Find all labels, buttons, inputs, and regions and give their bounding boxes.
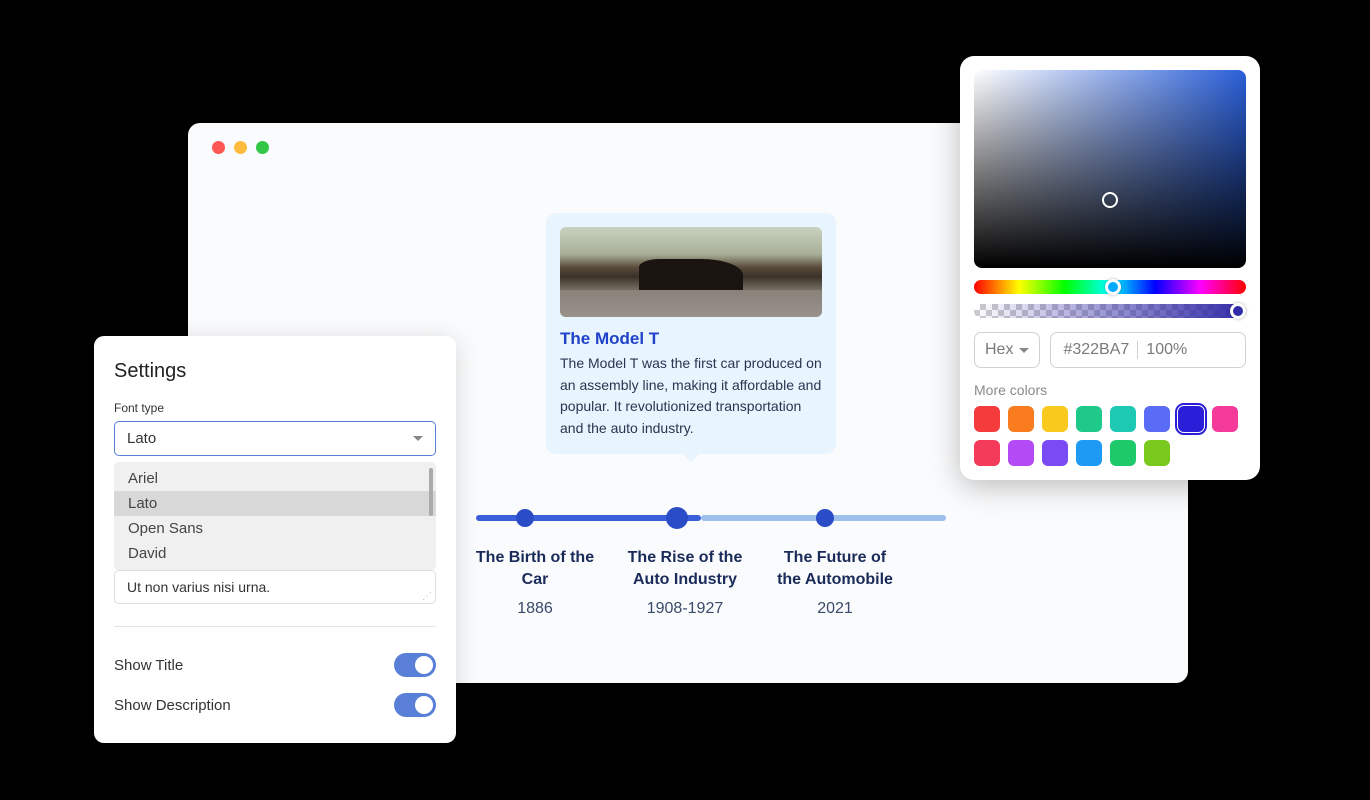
- settings-heading: Settings: [114, 360, 436, 383]
- event-title: The Model T: [560, 329, 822, 349]
- alpha-slider[interactable]: [974, 304, 1246, 318]
- font-option-lato[interactable]: Lato: [114, 491, 436, 516]
- timeline-label-2-year: 1908-1927: [620, 598, 750, 620]
- color-swatch[interactable]: [1110, 440, 1136, 466]
- divider: [114, 626, 436, 627]
- color-format-select[interactable]: Hex: [974, 332, 1040, 368]
- description-textarea[interactable]: Ut non varius nisi urna. ⋰: [114, 570, 436, 604]
- input-divider: [1137, 341, 1138, 359]
- opacity-value: 100%: [1146, 341, 1187, 359]
- color-swatch[interactable]: [974, 440, 1000, 466]
- color-swatch[interactable]: [1042, 440, 1068, 466]
- timeline-label-2-title: The Rise of the Auto Industry: [620, 547, 750, 592]
- event-image: [560, 227, 822, 317]
- font-option-ariel[interactable]: Ariel: [114, 466, 436, 491]
- resize-handle-icon[interactable]: ⋰: [422, 594, 432, 600]
- color-swatch[interactable]: [1008, 440, 1034, 466]
- color-swatch[interactable]: [974, 406, 1000, 432]
- timeline-label-1-title: The Birth of the Car: [470, 547, 600, 592]
- timeline-label-3-title: The Future of the Automobile: [770, 547, 900, 592]
- font-dropdown: Ariel Lato Open Sans David: [114, 462, 436, 570]
- timeline-label-1-year: 1886: [470, 598, 600, 620]
- show-title-label: Show Title: [114, 657, 183, 674]
- hex-value: #322BA7: [1063, 341, 1129, 359]
- timeline-label-3[interactable]: The Future of the Automobile 2021: [770, 547, 900, 620]
- timeline-dot-1[interactable]: [516, 509, 534, 527]
- color-swatch[interactable]: [1076, 406, 1102, 432]
- color-swatch[interactable]: [1076, 440, 1102, 466]
- settings-panel: Settings Font type Lato Ariel Lato Open …: [94, 336, 456, 743]
- timeline-label-3-year: 2021: [770, 598, 900, 620]
- event-description: The Model T was the first car produced o…: [560, 353, 822, 440]
- font-type-selected-value: Lato: [127, 430, 156, 447]
- chevron-down-icon: [413, 436, 423, 441]
- more-colors-label: More colors: [974, 382, 1246, 398]
- color-swatch[interactable]: [1212, 406, 1238, 432]
- hue-thumb[interactable]: [1105, 279, 1121, 295]
- color-format-value: Hex: [985, 341, 1013, 359]
- font-type-label: Font type: [114, 401, 436, 415]
- minimize-window-button[interactable]: [234, 141, 247, 154]
- color-swatch[interactable]: [1178, 406, 1204, 432]
- maximize-window-button[interactable]: [256, 141, 269, 154]
- timeline-label-1[interactable]: The Birth of the Car 1886: [470, 547, 600, 620]
- timeline-event-card: The Model T The Model T was the first ca…: [546, 213, 836, 454]
- color-gradient-field[interactable]: [974, 70, 1246, 268]
- timeline-dot-3[interactable]: [816, 509, 834, 527]
- show-description-row: Show Description: [114, 685, 436, 725]
- font-option-david[interactable]: David: [114, 541, 436, 566]
- alpha-thumb[interactable]: [1230, 303, 1246, 319]
- timeline-track[interactable]: [476, 513, 946, 523]
- timeline-label-2[interactable]: The Rise of the Auto Industry 1908-1927: [620, 547, 750, 620]
- color-swatch[interactable]: [1110, 406, 1136, 432]
- textarea-value: Ut non varius nisi urna.: [127, 579, 270, 595]
- font-option-open-sans[interactable]: Open Sans: [114, 516, 436, 541]
- color-swatch[interactable]: [1042, 406, 1068, 432]
- timeline-dot-2[interactable]: [666, 507, 688, 529]
- close-window-button[interactable]: [212, 141, 225, 154]
- show-description-toggle[interactable]: [394, 693, 436, 717]
- card-pointer-arrow: [681, 452, 701, 462]
- dropdown-scrollbar[interactable]: [429, 468, 433, 516]
- hue-slider[interactable]: [974, 280, 1246, 294]
- show-description-label: Show Description: [114, 697, 231, 714]
- color-swatch[interactable]: [1144, 440, 1170, 466]
- color-value-input[interactable]: #322BA7 100%: [1050, 332, 1246, 368]
- show-title-toggle[interactable]: [394, 653, 436, 677]
- chevron-down-icon: [1019, 348, 1029, 353]
- show-title-row: Show Title: [114, 645, 436, 685]
- color-swatch[interactable]: [1008, 406, 1034, 432]
- gradient-cursor[interactable]: [1102, 192, 1118, 208]
- color-swatch[interactable]: [1144, 406, 1170, 432]
- color-value-row: Hex #322BA7 100%: [974, 332, 1246, 368]
- color-picker-panel: Hex #322BA7 100% More colors: [960, 56, 1260, 480]
- font-type-select[interactable]: Lato: [114, 421, 436, 456]
- color-swatch-grid: [974, 406, 1246, 466]
